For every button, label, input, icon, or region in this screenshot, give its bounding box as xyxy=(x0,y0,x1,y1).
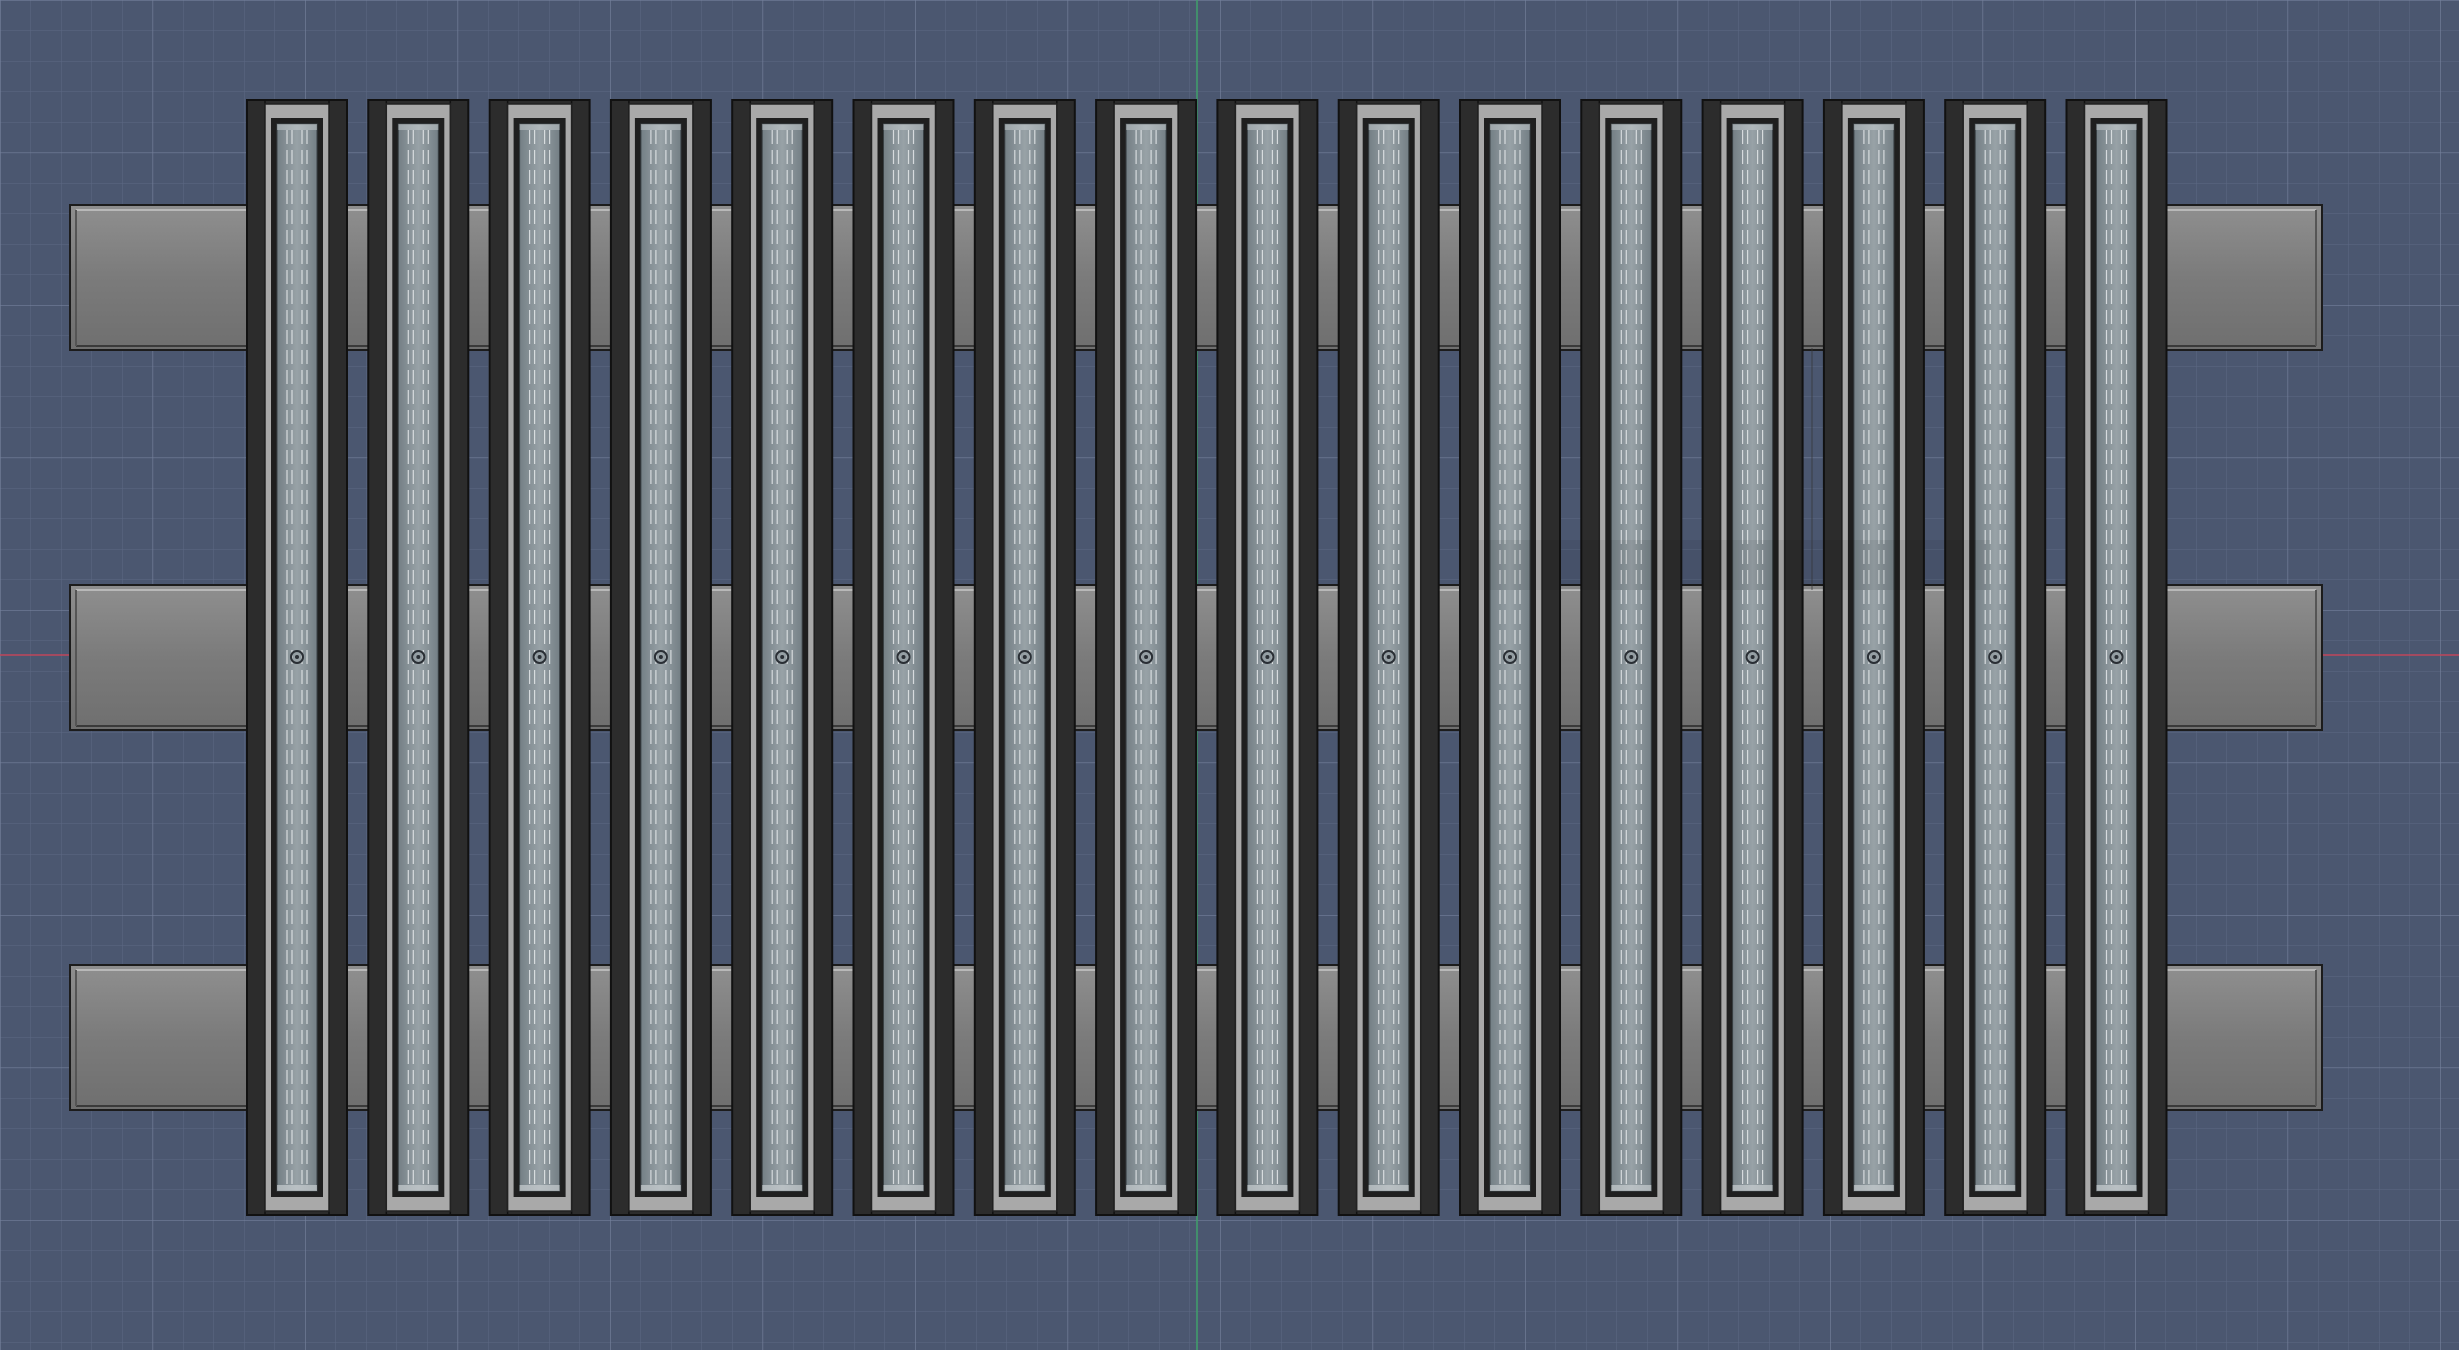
glazing-panel xyxy=(1701,99,1804,1216)
glazing-panel xyxy=(1580,99,1683,1216)
cad-viewport[interactable] xyxy=(0,0,2459,1350)
glazing-panel xyxy=(1216,99,1319,1216)
panel-bottom-cap xyxy=(398,1185,439,1191)
panel-top-cap xyxy=(1975,124,2016,130)
panel-bottom-cap xyxy=(1611,1185,1652,1191)
crosshair-dot-center xyxy=(1508,655,1512,659)
glazing-panel xyxy=(1459,99,1561,1216)
panel-bottom-cap xyxy=(519,1185,560,1191)
glazing-panel xyxy=(1944,99,2047,1216)
crosshair-dot-center xyxy=(1750,655,1755,659)
panel-top-cap xyxy=(398,124,439,130)
panel-top-cap xyxy=(883,124,924,130)
crosshair-dot-center xyxy=(1265,655,1270,659)
glazing-panel xyxy=(1822,99,1925,1216)
glazing-panel xyxy=(852,99,955,1216)
panel-top-cap xyxy=(1368,124,1409,130)
panel-bottom-cap xyxy=(277,1185,317,1191)
panel-bottom-cap xyxy=(1975,1185,2016,1191)
model-scene[interactable] xyxy=(0,0,2459,1350)
panel-top-cap xyxy=(1490,124,1530,130)
panel-bottom-cap xyxy=(640,1185,681,1191)
panel-top-cap xyxy=(2096,124,2137,130)
panel-top-cap xyxy=(640,124,681,130)
panel-bottom-cap xyxy=(1732,1185,1773,1191)
panel-bottom-cap xyxy=(1004,1185,1045,1191)
glazing-panel xyxy=(973,99,1076,1216)
crosshair-dot-center xyxy=(1144,655,1149,659)
crosshair-dot-center xyxy=(416,655,421,659)
crosshair-dot-center xyxy=(295,655,299,659)
panel-bottom-cap xyxy=(762,1185,803,1191)
crosshair-dot-center xyxy=(780,655,785,659)
crosshair-dot-center xyxy=(537,655,542,659)
panel-top-cap xyxy=(1004,124,1045,130)
glazing-panel xyxy=(731,99,834,1216)
glazing-panel xyxy=(488,99,591,1216)
panel-top-cap xyxy=(1732,124,1773,130)
panel-bottom-cap xyxy=(1247,1185,1288,1191)
glazing-panel xyxy=(609,99,712,1216)
crosshair-dot-center xyxy=(2114,655,2119,659)
glazing-panel xyxy=(246,99,348,1216)
crosshair-dot-center xyxy=(1993,655,1998,659)
panel-bottom-cap xyxy=(883,1185,924,1191)
glazing-panel xyxy=(1095,99,1198,1216)
panel-top-cap xyxy=(1611,124,1652,130)
panel-top-cap xyxy=(762,124,803,130)
panel-bottom-cap xyxy=(1490,1185,1530,1191)
crosshair-dot-center xyxy=(1871,655,1876,659)
panel-top-cap xyxy=(519,124,560,130)
panel-bottom-cap xyxy=(1368,1185,1409,1191)
glazing-panel xyxy=(367,99,470,1216)
panel-top-cap xyxy=(1853,124,1894,130)
panel-bottom-cap xyxy=(1126,1185,1167,1191)
glazing-panel xyxy=(2065,99,2168,1216)
panel-top-cap xyxy=(1247,124,1288,130)
panel-top-cap xyxy=(277,124,317,130)
crosshair-dot-center xyxy=(1629,655,1634,659)
crosshair-dot-center xyxy=(901,655,906,659)
panel-bottom-cap xyxy=(2096,1185,2137,1191)
panel-top-cap xyxy=(1126,124,1167,130)
panel-bottom-cap xyxy=(1853,1185,1894,1191)
crosshair-dot-center xyxy=(1022,655,1027,659)
crosshair-dot-center xyxy=(1386,655,1391,659)
glazing-panel xyxy=(1337,99,1440,1216)
crosshair-dot-center xyxy=(658,655,663,659)
